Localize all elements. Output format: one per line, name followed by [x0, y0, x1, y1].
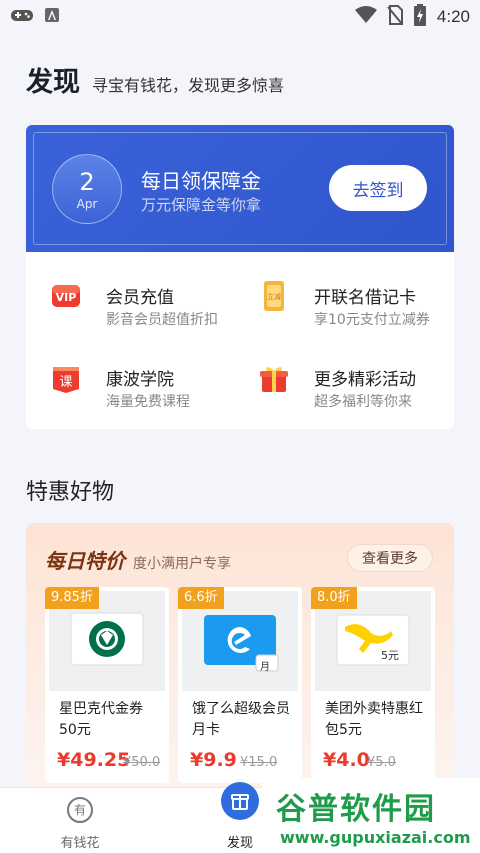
product-card[interactable]: 月 6.6折 饿了么超级会员月卡 ¥9.9 ¥15.0: [178, 587, 302, 783]
course-book-icon: 课: [50, 362, 82, 394]
discount-badge: 6.6折: [178, 587, 224, 609]
status-bar: 4:20: [0, 0, 480, 34]
date-day: 2: [79, 168, 95, 196]
discount-badge: 8.0折: [311, 587, 357, 609]
service-subtitle: 超多福利等你来: [314, 394, 412, 410]
deals-subtitle: 度小满用户专享: [133, 556, 231, 572]
product-card[interactable]: 5元 8.0折 美团外卖特惠红包5元 ¥4.0 ¥5.0: [311, 587, 435, 783]
date-badge: 2 Apr: [52, 154, 122, 224]
gift-icon: [258, 362, 290, 394]
service-debit-card[interactable]: 立减 开联名借记卡 享10元支付立减券: [234, 263, 448, 333]
discount-badge: 9.85折: [45, 587, 99, 609]
nav-label: 有钱花: [60, 836, 100, 851]
coupon-icon: 立减: [258, 280, 290, 312]
product-original-price: ¥15.0: [240, 755, 278, 770]
youqianhua-icon: 有: [67, 797, 93, 823]
svg-text:课: 课: [59, 375, 72, 390]
no-sim-icon: [387, 5, 403, 29]
service-title: 康波学院: [106, 370, 174, 390]
banner-title: 每日领保障金: [141, 169, 261, 193]
wifi-icon: [354, 6, 377, 28]
product-name: 星巴克代金券50元: [59, 701, 143, 738]
gamepad-icon: [10, 7, 34, 27]
product-price: ¥4.0: [323, 749, 370, 771]
product-original-price: ¥50.0: [123, 755, 161, 770]
page-header: 发现 寻宝有钱花，发现更多惊喜: [26, 60, 284, 99]
vip-icon: VIP: [50, 280, 82, 312]
service-subtitle: 影音会员超值折扣: [106, 312, 218, 328]
svg-text:立减: 立减: [267, 292, 281, 301]
service-subtitle: 海量免费课程: [106, 394, 190, 410]
page-subtitle: 寻宝有钱花，发现更多惊喜: [92, 76, 285, 95]
product-price: ¥49.25: [57, 749, 131, 771]
services-grid: VIP 会员充值 影音会员超值折扣 立减 开联名借记卡 享10元支付立减券 课 …: [26, 252, 454, 429]
product-card[interactable]: 9.85折 星巴克代金券50元 ¥49.25 ¥50.0: [45, 587, 169, 783]
daily-deals-card: 每日特价 度小满用户专享 查看更多 9.85折 星巴克代金券50元 ¥49.25…: [26, 523, 454, 793]
card-type-label: 月: [260, 662, 270, 673]
status-time: 4:20: [436, 7, 470, 26]
service-more-activities[interactable]: 更多精彩活动 超多福利等你来: [234, 345, 448, 415]
deals-header: 每日特价 度小满用户专享: [45, 545, 231, 574]
card-amount-label: 5元: [381, 649, 399, 662]
product-name: 饿了么超级会员月卡: [192, 701, 290, 738]
nav-item-youqianhua[interactable]: 有 有钱花: [30, 788, 130, 853]
product-original-price: ¥5.0: [367, 755, 396, 770]
checkin-button[interactable]: 去签到: [329, 165, 427, 211]
app-store-icon: [44, 7, 60, 27]
checkin-banner[interactable]: 2 Apr 每日领保障金 万元保障金等你拿 去签到: [26, 125, 454, 252]
svg-text:VIP: VIP: [56, 291, 77, 304]
view-more-button[interactable]: 查看更多: [347, 544, 433, 572]
watermark-text: 谷普软件园: [276, 792, 436, 827]
deals-title: 每日特价: [45, 549, 125, 573]
discover-icon: [221, 782, 259, 820]
banner-subtitle: 万元保障金等你拿: [141, 196, 262, 214]
product-name: 美团外卖特惠红包5元: [325, 701, 423, 738]
battery-charging-icon: [413, 4, 427, 30]
service-academy[interactable]: 课 康波学院 海量免费课程: [26, 345, 240, 415]
service-subtitle: 享10元支付立减券: [314, 312, 430, 328]
service-vip-recharge[interactable]: VIP 会员充值 影音会员超值折扣: [26, 263, 240, 333]
service-title: 更多精彩活动: [314, 370, 416, 390]
date-month: Apr: [76, 197, 98, 211]
watermark-url: www.gupuxiazai.com: [280, 828, 471, 847]
section-title: 特惠好物: [26, 480, 115, 505]
watermark: 谷普软件园 www.gupuxiazai.com: [262, 778, 480, 853]
product-price: ¥9.9: [190, 749, 237, 771]
service-title: 开联名借记卡: [314, 288, 416, 308]
page-title: 发现: [26, 67, 80, 98]
main-card: 2 Apr 每日领保障金 万元保障金等你拿 去签到 VIP 会员充值 影音会员超…: [26, 125, 454, 429]
service-title: 会员充值: [106, 288, 174, 308]
